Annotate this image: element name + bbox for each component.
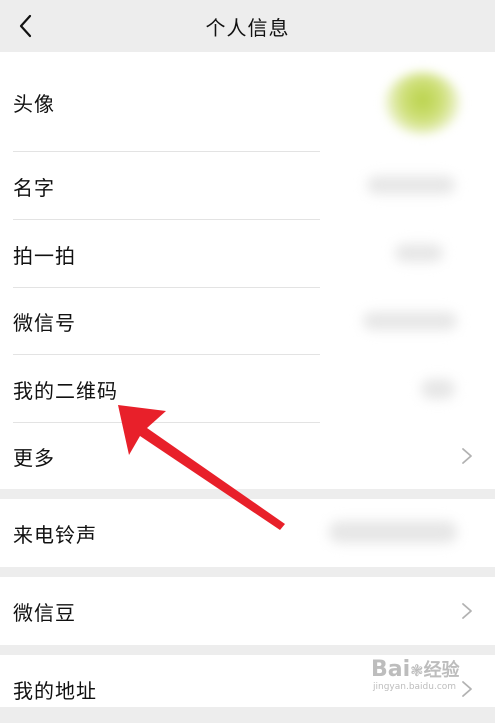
- navigation-bar: 个人信息: [0, 0, 495, 52]
- pat-label: 拍一拍: [13, 243, 76, 268]
- wechat-id-row[interactable]: 微信号: [0, 288, 495, 355]
- ringtone-label: 来电铃声: [13, 522, 97, 547]
- wechat-id-value-blurred: [363, 312, 457, 330]
- avatar-label: 头像: [13, 91, 55, 116]
- watermark-logo-text: Bai❃du经验: [371, 657, 460, 682]
- beans-row[interactable]: 微信豆: [0, 577, 495, 645]
- baidu-jingyan-watermark: Bai❃du经验 jingyan.baidu.com: [371, 654, 489, 698]
- name-value-blurred: [367, 176, 455, 194]
- more-label: 更多: [13, 445, 55, 470]
- pat-row[interactable]: 拍一拍: [0, 220, 495, 288]
- address-label: 我的地址: [13, 678, 97, 703]
- qr-code-icon-blurred: [421, 379, 455, 399]
- ringtone-row[interactable]: 来电铃声: [0, 499, 495, 567]
- qr-code-row[interactable]: 我的二维码: [0, 355, 495, 423]
- chevron-right-icon: [462, 603, 472, 619]
- chevron-right-icon: [462, 448, 472, 464]
- profile-group: 头像 名字 拍一拍 微信号 我的二维码 更多: [0, 52, 495, 489]
- wechat-id-label: 微信号: [13, 311, 76, 335]
- beans-label: 微信豆: [13, 600, 76, 625]
- more-row[interactable]: 更多: [0, 423, 495, 489]
- avatar[interactable]: [385, 72, 460, 134]
- avatar-row[interactable]: 头像: [0, 52, 495, 152]
- chevron-left-icon: [19, 14, 32, 38]
- pat-value-blurred: [395, 244, 443, 262]
- qr-code-label: 我的二维码: [13, 378, 118, 403]
- ringtone-group: 来电铃声: [0, 499, 495, 567]
- back-button[interactable]: [8, 9, 42, 43]
- name-label: 名字: [13, 175, 55, 200]
- beans-group: 微信豆: [0, 577, 495, 645]
- ringtone-value-blurred: [329, 521, 457, 543]
- name-row[interactable]: 名字: [0, 152, 495, 220]
- paw-icon: ❃: [410, 661, 424, 680]
- watermark-url: jingyan.baidu.com: [373, 682, 457, 692]
- page-title: 个人信息: [205, 15, 290, 40]
